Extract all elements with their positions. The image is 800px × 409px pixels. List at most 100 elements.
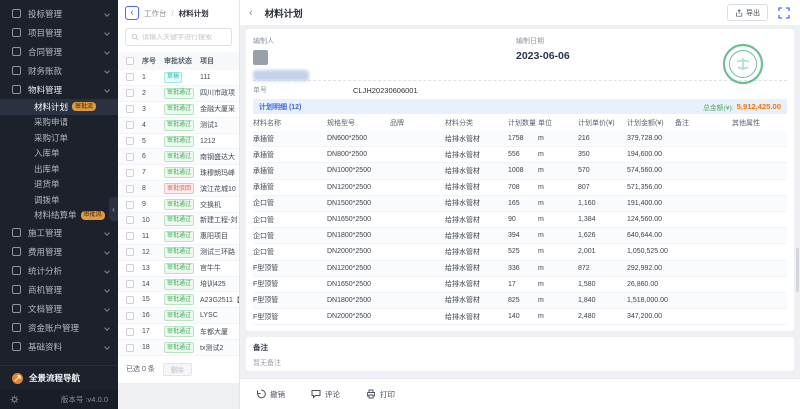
list-row[interactable]: 6 审批通过 南钢盛达大 <box>118 149 239 165</box>
cell-name: 企口管 <box>253 247 327 257</box>
list-row[interactable]: 12 审批通过 测试三环路 <box>118 245 239 261</box>
select-all-checkbox[interactable] <box>126 57 134 65</box>
sidebar-item[interactable]: 文档管理 <box>0 299 118 318</box>
row-checkbox[interactable] <box>126 153 134 161</box>
row-checkbox[interactable] <box>126 216 134 224</box>
sidebar-item[interactable]: 出库单 <box>0 161 118 177</box>
list-row[interactable]: 10 审批通过 新建工程-刘 <box>118 213 239 229</box>
list-row[interactable]: 11 审批通过 惠阳项目 <box>118 229 239 245</box>
undo-label: 撤销 <box>270 389 285 400</box>
sidebar-item[interactable]: 资金账户管理 <box>0 318 118 337</box>
row-checkbox[interactable] <box>126 185 134 193</box>
detail-back-icon[interactable]: ‹ <box>249 7 253 19</box>
material-row[interactable]: 承插管 DN600*2500 给排水管材 1758 m 216 379,728.… <box>253 131 787 147</box>
sidebar-item[interactable]: 费用管理 <box>0 242 118 261</box>
row-checkbox[interactable] <box>126 296 134 304</box>
row-checkbox[interactable] <box>126 169 134 177</box>
list-row[interactable]: 8 审批驳回 滨江花城10 <box>118 181 239 197</box>
sidebar-item[interactable]: 项目管理 <box>0 23 118 42</box>
list-row[interactable]: 3 审批通过 金融大厦采 <box>118 102 239 118</box>
row-checkbox[interactable] <box>126 232 134 240</box>
row-project: tx测试2 <box>200 343 239 353</box>
breadcrumb-root[interactable]: 工作台 <box>144 8 167 19</box>
scrollbar-thumb[interactable] <box>796 248 799 292</box>
sidebar-item[interactable]: 基础资料 <box>0 337 118 356</box>
list-row[interactable]: 13 审批通过 官牛牛 <box>118 261 239 277</box>
row-project: 珠穆朗玛峰 <box>200 168 239 178</box>
material-column-header: 其他属性 <box>732 118 787 128</box>
list-row[interactable]: 5 审批通过 1212 <box>118 134 239 150</box>
sidebar-item[interactable]: 物料管理 <box>0 80 118 99</box>
back-button[interactable]: ‹ <box>125 6 139 20</box>
process-nav[interactable]: 全景流程导航 <box>0 365 118 390</box>
sidebar-item-label: 退货单 <box>34 178 60 190</box>
row-checkbox[interactable] <box>126 105 134 113</box>
material-row[interactable]: 承插管 DN1000*2500 给排水管材 1008 m 570 574,560… <box>253 163 787 179</box>
list-row[interactable]: 14 审批通过 培训425 <box>118 277 239 293</box>
list-row[interactable]: 2 审批通过 四川市政项 <box>118 86 239 102</box>
sidebar-item[interactable]: 统计分析 <box>0 261 118 280</box>
export-button[interactable]: 导出 <box>727 4 768 21</box>
material-row[interactable]: F型顶管 DN1650*2500 给排水管材 17 m 1,580 26,860… <box>253 277 787 293</box>
sidebar-item[interactable]: 财务账款 <box>0 61 118 80</box>
row-checkbox[interactable] <box>126 73 134 81</box>
print-button[interactable]: 打印 <box>366 389 395 400</box>
material-row[interactable]: 企口管 DN1500*2500 给排水管材 165 m 1,160 191,40… <box>253 196 787 212</box>
list-row[interactable]: 9 审批通过 交换机 <box>118 197 239 213</box>
list-row[interactable]: 1 草稿 111 <box>118 70 239 86</box>
sidebar-item[interactable]: 入库单 <box>0 146 118 162</box>
row-seq: 1 <box>142 74 164 81</box>
material-row[interactable]: 承插管 DN1200*2500 给排水管材 708 m 807 571,356.… <box>253 180 787 196</box>
row-checkbox[interactable] <box>126 344 134 352</box>
search-input[interactable] <box>142 34 226 41</box>
list-row[interactable]: 16 审批通过 LYSC <box>118 308 239 324</box>
row-checkbox[interactable] <box>126 328 134 336</box>
chevron-down-icon <box>104 325 110 331</box>
material-row[interactable]: F型顶管 DN1200*2500 给排水管材 336 m 872 292,992… <box>253 261 787 277</box>
undo-button[interactable]: 撤销 <box>256 389 285 400</box>
material-row[interactable]: 企口管 DN2000*2500 给排水管材 525 m 2,001 1,050,… <box>253 244 787 260</box>
delete-button[interactable]: 删除 <box>163 363 192 376</box>
cell-spec: DN2000*2500 <box>327 313 390 320</box>
sidebar-collapse-handle[interactable]: ‹ <box>109 197 118 221</box>
sidebar-item[interactable]: 材料结算单 审批流 <box>0 208 118 224</box>
sidebar-item[interactable]: 调拨单 <box>0 192 118 208</box>
gear-icon[interactable] <box>10 395 19 404</box>
page-title: 材料计划 <box>265 6 303 20</box>
list-row[interactable]: 18 审批通过 tx测试2 <box>118 340 239 356</box>
list-row[interactable]: 15 审批通过 A23G2511【 <box>118 292 239 308</box>
sidebar-item[interactable]: 商机管理 <box>0 280 118 299</box>
material-row[interactable]: F型顶管 DN1800*2500 给排水管材 825 m 1,840 1,518… <box>253 293 787 309</box>
search-box[interactable] <box>125 28 232 46</box>
fullscreen-icon[interactable] <box>777 6 791 20</box>
material-row[interactable]: F型顶管 DN2000*2500 给排水管材 140 m 2,480 347,2… <box>253 309 787 325</box>
sidebar-item[interactable]: 合同管理 <box>0 42 118 61</box>
sidebar-item[interactable]: 退货单 <box>0 177 118 193</box>
sidebar-item[interactable]: 施工管理 <box>0 223 118 242</box>
list-row[interactable]: 4 审批通过 测试1 <box>118 118 239 134</box>
row-checkbox[interactable] <box>126 264 134 272</box>
material-row[interactable]: 企口管 DN1650*2500 给排水管材 90 m 1,384 124,560… <box>253 212 787 228</box>
chevron-down-icon <box>104 344 110 350</box>
sidebar-item[interactable]: 采购订单 <box>0 130 118 146</box>
row-checkbox[interactable] <box>126 248 134 256</box>
info-section: 编制人 编制日期 2023-06-06 <box>253 36 787 80</box>
row-seq: 7 <box>142 169 164 176</box>
row-checkbox[interactable] <box>126 312 134 320</box>
row-checkbox[interactable] <box>126 121 134 129</box>
sidebar-item[interactable]: 采购申请 <box>0 115 118 131</box>
list-row[interactable]: 7 审批通过 珠穆朗玛峰 <box>118 165 239 181</box>
row-checkbox[interactable] <box>126 89 134 97</box>
material-column-header: 计划金额(¥) <box>627 118 675 128</box>
status-badge: 审批通过 <box>164 151 194 162</box>
sidebar-item[interactable]: 材料计划 审批流 <box>0 99 118 115</box>
sidebar-item[interactable]: 投标管理 <box>0 4 118 23</box>
row-checkbox[interactable] <box>126 137 134 145</box>
comment-button[interactable]: 评论 <box>311 389 340 400</box>
material-row[interactable]: 企口管 DN1800*2500 给排水管材 394 m 1,626 640,64… <box>253 228 787 244</box>
row-checkbox[interactable] <box>126 201 134 209</box>
tab-plan-detail[interactable]: 计划明细 (12) <box>259 102 301 112</box>
row-checkbox[interactable] <box>126 280 134 288</box>
list-row[interactable]: 17 审批通过 车都大厦 <box>118 324 239 340</box>
material-row[interactable]: 承插管 DN800*2500 给排水管材 556 m 350 194,600.0… <box>253 147 787 163</box>
